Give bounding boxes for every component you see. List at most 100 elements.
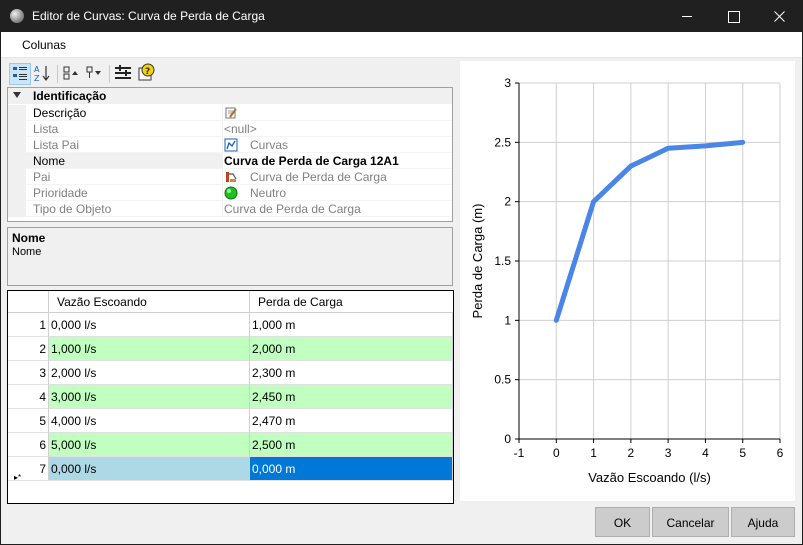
expand-icon	[63, 66, 78, 80]
property-name: Pai	[33, 170, 51, 184]
property-row-prioridade[interactable]: Prioridade Neutro	[8, 185, 452, 201]
description-title: Nome	[12, 231, 46, 245]
curve-data-grid[interactable]: Vazão Escoando Perda de Carga 1 0,000 l/…	[7, 290, 454, 504]
row-number[interactable]: 5	[8, 409, 49, 433]
y-axis-label: Perda de Carga (m)	[470, 204, 485, 319]
collapse-category-icon[interactable]	[13, 92, 21, 98]
flow-cell[interactable]: 4,000 l/s	[49, 409, 250, 433]
x-tick-label: 4	[702, 446, 709, 460]
svg-text:A: A	[34, 65, 40, 74]
x-tick-label: 0	[553, 446, 560, 460]
loss-cell[interactable]: 2,500 m	[250, 433, 453, 457]
column-header-loss[interactable]: Perda de Carga	[250, 291, 453, 313]
table-row[interactable]: 2 1,000 l/s 2,000 m	[8, 337, 453, 361]
property-row-lista-pai[interactable]: Lista Pai Curvas	[8, 137, 452, 153]
collapse-icon	[86, 66, 101, 78]
category-label: Identificação	[33, 89, 107, 103]
row-number[interactable]: 3	[8, 361, 49, 385]
green-circle-icon	[224, 186, 238, 200]
table-row[interactable]: 5 4,000 l/s 2,470 m	[8, 409, 453, 433]
flow-cell[interactable]: 1,000 l/s	[49, 337, 250, 361]
property-toolbar: A Z ?	[5, 61, 455, 87]
expand-all-button[interactable]	[61, 63, 83, 85]
loss-cell[interactable]: 2,000 m	[250, 337, 453, 361]
x-axis-label: Vazão Escoando (l/s)	[588, 470, 711, 485]
flow-cell[interactable]: 3,000 l/s	[49, 385, 250, 409]
property-value[interactable]: <null>	[224, 122, 450, 136]
description-panel: Nome Nome	[7, 227, 453, 286]
column-header-flow[interactable]: Vazão Escoando	[49, 291, 250, 313]
property-name: Prioridade	[33, 186, 88, 200]
row-number[interactable]: ▸* 7	[8, 457, 49, 482]
y-tick-label: 1.5	[494, 254, 511, 268]
flow-cell[interactable]: 0,000 l/s	[49, 457, 250, 481]
loss-cell[interactable]: 2,470 m	[250, 409, 453, 433]
ok-button[interactable]: OK	[595, 507, 650, 537]
property-value[interactable]: Curvas	[250, 138, 476, 152]
property-row-descricao[interactable]: Descrição	[8, 105, 452, 121]
property-row-lista[interactable]: Lista <null>	[8, 121, 452, 137]
collapse-all-button[interactable]	[84, 63, 106, 85]
y-tick-label: 0	[504, 432, 511, 446]
table-row[interactable]: 4 3,000 l/s 2,450 m	[8, 385, 453, 409]
x-tick-label: 1	[590, 446, 597, 460]
loss-cell[interactable]: 2,300 m	[250, 361, 453, 385]
cancel-button[interactable]: Cancelar	[652, 507, 729, 537]
help-button[interactable]: Ajuda	[731, 507, 795, 537]
menu-bar: Colunas	[1, 32, 802, 58]
minimize-button[interactable]	[664, 1, 710, 32]
x-tick-label: 2	[628, 446, 635, 460]
svg-text:Z: Z	[34, 74, 40, 83]
table-row-new[interactable]: ▸* 7 0,000 l/s 0,000 m	[8, 457, 453, 482]
properties-icon	[115, 65, 131, 79]
property-grid: Identificação Descrição Lista <null> Lis…	[7, 87, 453, 222]
flow-cell[interactable]: 0,000 l/s	[49, 313, 250, 337]
table-row[interactable]: 6 5,000 l/s 2,500 m	[8, 433, 453, 457]
close-button[interactable]	[756, 1, 802, 32]
property-name: Lista	[33, 122, 59, 136]
svg-text:?: ?	[145, 67, 150, 77]
y-tick-label: 2	[504, 195, 511, 209]
y-tick-label: 1	[504, 313, 511, 327]
property-value[interactable]: Curva de Perda de Carga 12A1	[224, 154, 450, 168]
flow-cell[interactable]: 5,000 l/s	[49, 433, 250, 457]
row-header-corner[interactable]	[8, 291, 49, 313]
loss-cell[interactable]: 0,000 m	[250, 457, 453, 481]
property-row-nome[interactable]: Nome Curva de Perda de Carga 12A1	[8, 153, 452, 169]
edit-icon[interactable]	[224, 106, 238, 120]
property-row-pai[interactable]: Pai Curva de Perda de Carga	[8, 169, 452, 185]
property-value[interactable]: Curva de Perda de Carga	[250, 170, 476, 184]
help-icon: ?	[138, 63, 155, 81]
loss-cell[interactable]: 2,450 m	[250, 385, 453, 409]
row-number[interactable]: 4	[8, 385, 49, 409]
row-number[interactable]: 6	[8, 433, 49, 457]
description-text: Nome	[12, 246, 42, 258]
property-value[interactable]: Neutro	[250, 186, 476, 200]
categorized-icon	[13, 67, 27, 80]
window-title: Editor de Curvas: Curva de Perda de Carg…	[32, 9, 265, 23]
help-toggle-button[interactable]: ?	[136, 63, 158, 85]
table-row[interactable]: 3 2,000 l/s 2,300 m	[8, 361, 453, 385]
x-tick-label: 3	[665, 446, 672, 460]
maximize-button[interactable]	[710, 1, 756, 32]
row-number[interactable]: 1	[8, 313, 49, 337]
menu-colunas[interactable]: Colunas	[11, 36, 77, 54]
row-number[interactable]: 2	[8, 337, 49, 361]
close-icon	[774, 11, 785, 22]
y-tick-label: 0.5	[494, 373, 511, 387]
grid-header: Vazão Escoando Perda de Carga	[8, 291, 453, 313]
property-row-tipo-objeto[interactable]: Tipo de Objeto Curva de Perda de Carga	[8, 201, 452, 217]
title-bar[interactable]: Editor de Curvas: Curva de Perda de Carg…	[1, 1, 802, 32]
alphabetical-button[interactable]: A Z	[32, 63, 54, 85]
curve-chart-panel: -1 0 1 2 3 4 5 6 0 0.5 1 1.5 2 2.5 3 Vazão Escoando (l/…	[460, 61, 795, 501]
table-row[interactable]: 1 0,000 l/s 1,000 m	[8, 313, 453, 337]
curve-type-icon	[226, 172, 237, 182]
flow-cell[interactable]: 2,000 l/s	[49, 361, 250, 385]
property-name: Nome	[33, 154, 66, 168]
loss-cell[interactable]: 1,000 m	[250, 313, 453, 337]
categorized-button[interactable]	[9, 63, 31, 85]
property-value[interactable]: Curva de Perda de Carga	[224, 202, 450, 216]
properties-button[interactable]	[113, 63, 135, 85]
category-row[interactable]: Identificação	[8, 88, 452, 104]
dialog-window: Editor de Curvas: Curva de Perda de Carg…	[0, 0, 803, 545]
